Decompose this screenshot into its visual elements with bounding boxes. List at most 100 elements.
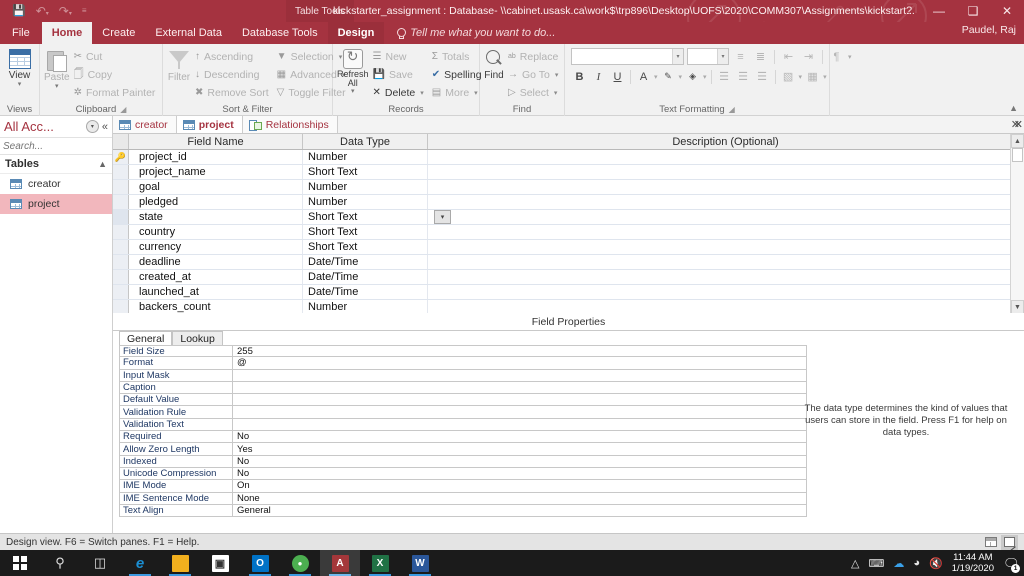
taskbar-app-microsoft-store[interactable]: ▣ [200,550,240,576]
property-row[interactable]: Allow Zero Length Yes [119,443,807,456]
chevron-down-icon[interactable]: ▾ [654,73,658,81]
description-cell[interactable] [428,225,1024,239]
field-name-cell[interactable]: pledged [129,195,303,209]
row-selector[interactable] [113,195,129,209]
chevron-down-icon[interactable]: ▾ [554,89,558,97]
chevron-down-icon[interactable]: ▾ [799,73,803,81]
chevron-down-icon[interactable]: ▾ [555,71,559,79]
minimize-button[interactable]: — [922,0,956,22]
description-cell[interactable] [428,165,1024,179]
format-painter-button[interactable]: ✲ Format Painter [70,84,160,101]
column-header-field-name[interactable]: Field Name [129,134,303,149]
data-type-cell[interactable]: Date/Time [303,270,428,284]
data-type-cell[interactable]: Number [303,180,428,194]
scroll-down-icon[interactable]: ▼ [1011,300,1024,314]
restore-button[interactable]: ❑ [956,0,990,22]
chevron-up-icon[interactable]: △ [851,557,859,570]
description-cell[interactable] [428,270,1024,284]
chevron-down-icon[interactable]: ▾ [474,89,478,97]
row-selector[interactable] [113,270,129,284]
grid-close-icon[interactable]: ✕ [1014,118,1023,131]
property-row[interactable]: Default Value [119,394,807,407]
property-value[interactable]: No [232,455,807,468]
chevron-down-icon[interactable]: ▾ [672,49,683,64]
save-icon[interactable]: 💾 [12,5,26,17]
sidebar-item-project[interactable]: project [0,194,112,214]
taskbar-app-chrome[interactable]: ● [280,550,320,576]
chevron-down-icon[interactable]: ▾ [717,49,728,64]
row-selector[interactable] [113,240,129,254]
table-row[interactable]: country Short Text [113,225,1024,240]
onedrive-icon[interactable]: ☁ [893,557,904,570]
sort-ascending-button[interactable]: ↑ Ascending [191,48,273,65]
property-value[interactable] [232,394,807,407]
grid-vertical-scrollbar[interactable]: ▲ ▼ [1010,134,1024,314]
tab-file[interactable]: File [0,22,42,44]
increase-indent-icon[interactable]: ⇥ [800,48,817,65]
field-name-cell[interactable]: project_id [129,150,303,164]
table-row[interactable]: created_at Date/Time [113,270,1024,285]
align-right-icon[interactable]: ☰ [754,68,771,85]
field-name-cell[interactable]: country [129,225,303,239]
property-row[interactable]: Text Align General [119,504,807,518]
go-to-button[interactable]: → Go To ▾ [504,66,562,83]
align-left-icon[interactable]: ☰ [716,68,733,85]
taskbar-app-excel[interactable]: X [360,550,400,576]
text-direction-icon[interactable]: ¶ [828,48,845,65]
volume-muted-icon[interactable]: 🔇 [929,557,943,570]
italic-icon[interactable]: I [590,68,607,85]
property-value[interactable]: @ [232,357,807,370]
table-row[interactable]: project_name Short Text [113,165,1024,180]
property-row[interactable]: Required No [119,431,807,444]
tab-lookup[interactable]: Lookup [172,331,223,345]
property-value[interactable]: Yes [232,443,807,456]
chevron-down-icon[interactable]: ▾ [434,210,451,224]
description-cell[interactable] [428,150,1024,164]
column-header-description[interactable]: Description (Optional) [428,134,1024,149]
nav-group-tables[interactable]: Tables ▲ [0,155,112,174]
property-row[interactable]: Input Mask [119,369,807,382]
property-row[interactable]: IME Mode On [119,480,807,493]
select-button[interactable]: ▷ Select ▾ [504,84,562,101]
chevron-down-icon[interactable]: ▾ [823,73,827,81]
touch-keyboard-icon[interactable]: ⌨ [868,557,884,570]
chevron-down-icon[interactable]: ▾ [848,53,852,61]
property-row[interactable]: Caption [119,381,807,395]
row-selector[interactable]: 🔑 [113,150,129,164]
field-name-cell[interactable]: project_name [129,165,303,179]
description-cell[interactable] [428,300,1024,314]
field-name-cell[interactable]: goal [129,180,303,194]
tab-design[interactable]: Design [327,22,385,44]
property-value[interactable]: 255 [232,345,807,358]
tab-relationships[interactable]: Relationships [242,116,338,133]
chevron-down-icon[interactable]: ▾ [703,73,707,81]
table-row[interactable]: goal Number [113,180,1024,195]
taskbar-app-word[interactable]: W [400,550,440,576]
data-type-cell[interactable]: Number [303,150,428,164]
undo-icon[interactable]: ↶▾ [36,5,49,17]
table-row[interactable]: state Short Text ▾ [113,210,1024,225]
data-type-cell[interactable]: Short Text [303,165,428,179]
tab-creator[interactable]: creator [113,116,177,133]
property-value[interactable] [232,406,807,419]
row-selector[interactable] [113,180,129,194]
taskbar-clock[interactable]: 11:44 AM 1/19/2020 [952,552,994,574]
row-selector[interactable] [113,210,129,224]
shutter-bar-close-icon[interactable]: « [102,121,108,133]
property-value[interactable] [232,381,807,395]
data-type-cell[interactable]: Number [303,195,428,209]
datasheet-format-icon[interactable]: ▧ [780,68,797,85]
task-view-icon[interactable]: ◫ [80,550,120,576]
customize-qat-icon[interactable]: ≡ [82,7,87,15]
property-row[interactable]: Field Size 255 [119,345,807,358]
delete-button[interactable]: ✕ Delete ▾ [369,84,428,101]
property-row[interactable]: Validation Rule [119,406,807,419]
taskbar-app-file-explorer[interactable] [160,550,200,576]
column-header-data-type[interactable]: Data Type [303,134,428,149]
view-button[interactable]: View ▾ [4,47,35,88]
property-row[interactable]: Indexed No [119,455,807,468]
taskbar-app-edge[interactable]: e [120,550,160,576]
chevron-down-icon[interactable]: ▾ [679,73,683,81]
table-row[interactable]: currency Short Text [113,240,1024,255]
text-formatting-dialog-launcher-icon[interactable]: ◢ [729,105,735,114]
